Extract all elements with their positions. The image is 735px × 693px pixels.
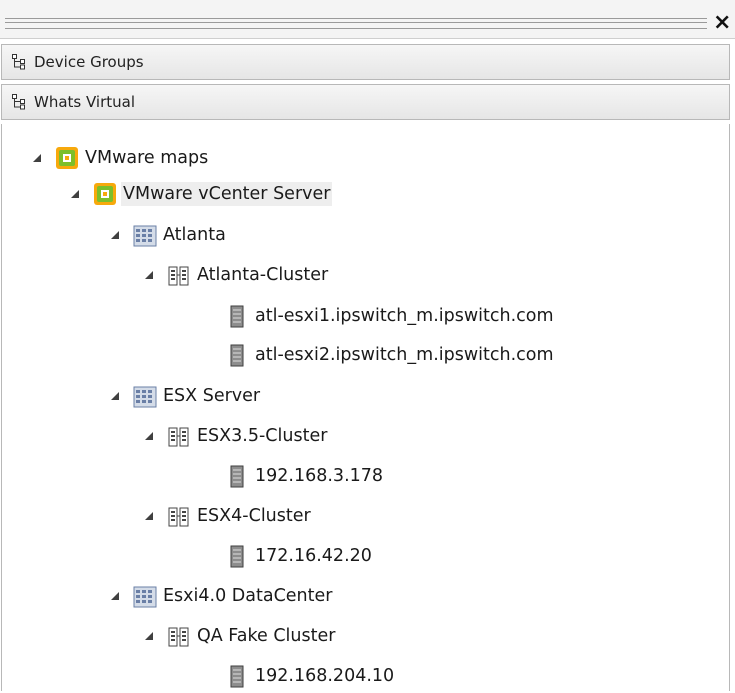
server-icon	[230, 305, 244, 328]
tree-node-host[interactable]: 192.168.204.10	[225, 659, 396, 693]
tab-device-groups[interactable]: Device Groups	[1, 44, 730, 80]
tree-node-label: 172.16.42.20	[255, 546, 372, 566]
tree-node-atlanta-cluster[interactable]: Atlanta-Cluster	[145, 258, 330, 292]
datacenter-icon	[133, 386, 157, 408]
expand-arrow-icon[interactable]	[111, 592, 119, 600]
vmware-icon	[56, 147, 78, 169]
server-icon	[230, 665, 244, 688]
tree-node-vmware-maps[interactable]: VMware maps	[33, 141, 210, 175]
cluster-icon	[168, 266, 189, 286]
tree-node-esxi40-datacenter[interactable]: Esxi4.0 DataCenter	[111, 579, 334, 613]
tree-node-label: ESX4-Cluster	[197, 506, 311, 526]
tree-node-host[interactable]: atl-esxi2.ipswitch_m.ipswitch.com	[225, 338, 556, 372]
tree-node-esx35-cluster[interactable]: ESX3.5-Cluster	[145, 419, 329, 453]
tree-node-atlanta[interactable]: Atlanta	[111, 218, 228, 252]
tree-node-label: Esxi4.0 DataCenter	[163, 586, 333, 606]
cluster-icon	[168, 627, 189, 647]
tree-view[interactable]: VMware maps VMware vCenter Server Atlant…	[1, 124, 730, 691]
server-icon	[230, 545, 244, 568]
expand-arrow-icon[interactable]	[145, 432, 153, 440]
cluster-icon	[168, 507, 189, 527]
vmware-icon	[94, 183, 116, 205]
tree-structure-icon	[12, 54, 25, 70]
expand-arrow-icon[interactable]	[111, 231, 119, 239]
tree-node-host[interactable]: 192.168.3.178	[225, 459, 385, 493]
tab-label: Device Groups	[34, 53, 144, 71]
expand-arrow-icon[interactable]	[145, 632, 153, 640]
tree-node-qa-fake-cluster[interactable]: QA Fake Cluster	[145, 619, 337, 653]
tree-node-label: ESX3.5-Cluster	[197, 426, 328, 446]
tree-node-label: 192.168.3.178	[255, 466, 384, 486]
server-icon	[230, 344, 244, 367]
tree-node-esx-server[interactable]: ESX Server	[111, 379, 262, 413]
expand-arrow-icon[interactable]	[145, 512, 153, 520]
drag-grip[interactable]	[5, 18, 707, 29]
tree-node-label: VMware vCenter Server	[121, 182, 333, 206]
datacenter-icon	[133, 586, 157, 608]
tab-whats-virtual[interactable]: Whats Virtual	[1, 84, 730, 120]
tree-node-label: QA Fake Cluster	[197, 626, 336, 646]
tree-node-label: atl-esxi1.ipswitch_m.ipswitch.com	[255, 306, 554, 326]
tree-node-label: VMware maps	[85, 148, 209, 168]
close-icon[interactable]: ×	[713, 12, 731, 34]
tree-structure-icon	[12, 94, 25, 110]
tab-label: Whats Virtual	[34, 93, 136, 111]
expand-arrow-icon[interactable]	[71, 190, 79, 198]
cluster-icon	[168, 427, 189, 447]
tree-node-label: 192.168.204.10	[255, 666, 395, 686]
tree-node-esx4-cluster[interactable]: ESX4-Cluster	[145, 499, 313, 533]
panel-title-bar: ×	[0, 0, 735, 39]
tree-node-host[interactable]: 172.16.42.20	[225, 539, 374, 573]
datacenter-icon	[133, 225, 157, 247]
expand-arrow-icon[interactable]	[111, 392, 119, 400]
tree-node-host[interactable]: atl-esxi1.ipswitch_m.ipswitch.com	[225, 299, 556, 333]
tree-node-label: Atlanta	[163, 225, 226, 245]
server-icon	[230, 465, 244, 488]
tree-node-label: atl-esxi2.ipswitch_m.ipswitch.com	[255, 345, 554, 365]
tree-node-label: Atlanta-Cluster	[197, 265, 329, 285]
tree-node-vcenter-server[interactable]: VMware vCenter Server	[71, 177, 333, 211]
expand-arrow-icon[interactable]	[145, 271, 153, 279]
tree-node-label: ESX Server	[163, 386, 261, 406]
expand-arrow-icon[interactable]	[33, 154, 41, 162]
